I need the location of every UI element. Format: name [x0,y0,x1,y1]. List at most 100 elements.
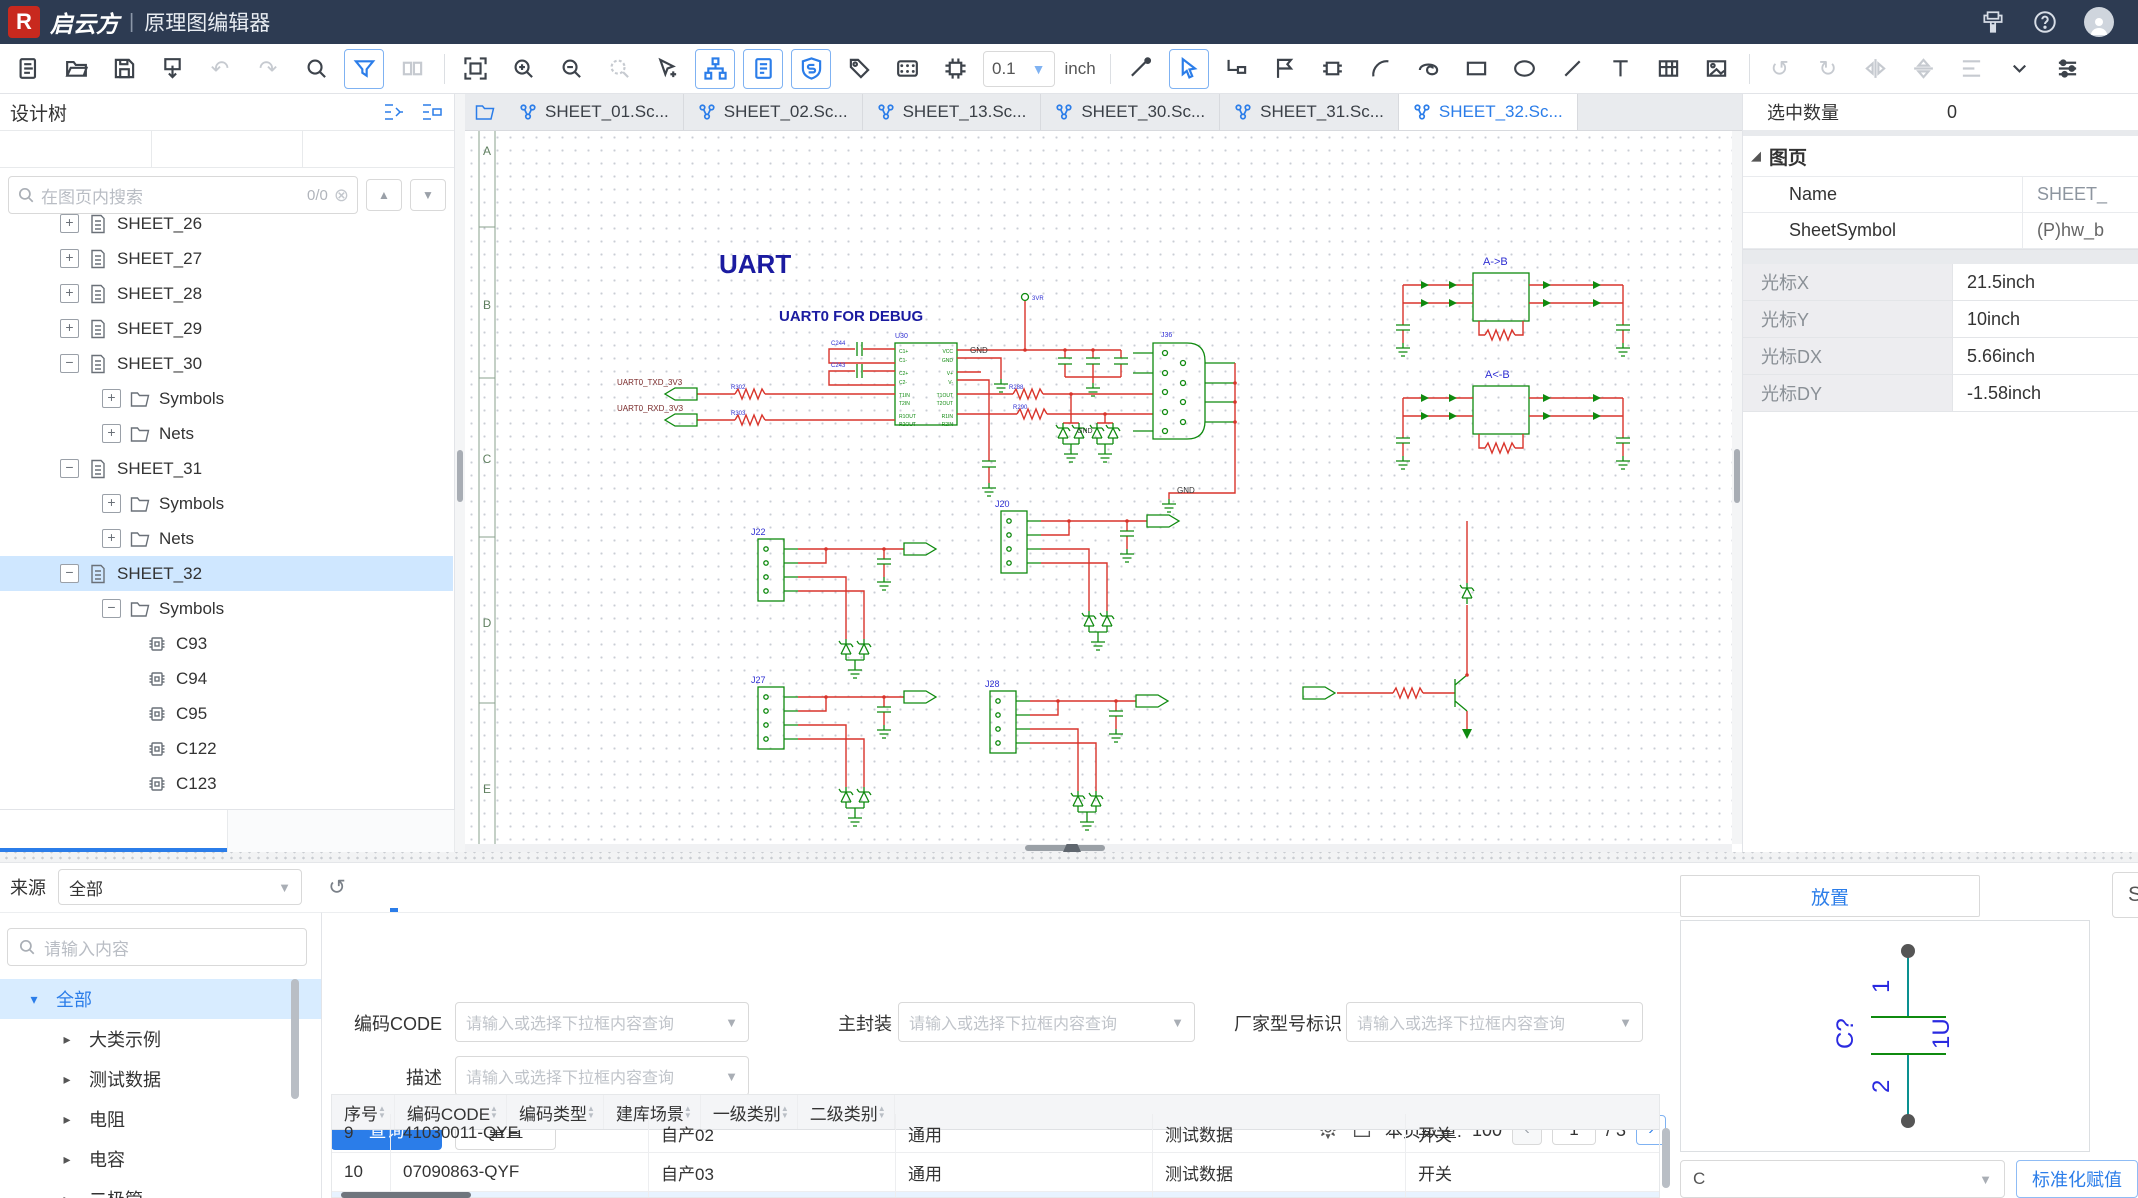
save-button[interactable] [104,49,144,89]
search-button[interactable] [296,49,336,89]
category-item[interactable]: ▸ 大类示例 [0,1019,321,1059]
flip-vertical-button[interactable] [1904,49,1944,89]
panel-bottom-tab[interactable] [0,810,228,852]
rotate-left-button[interactable]: ↺ [1760,49,1800,89]
loop-tool-button[interactable] [1409,49,1449,89]
refdes-prefix-select[interactable]: C ▼ [1680,1160,2005,1198]
table-tool-button[interactable] [1649,49,1689,89]
caret-icon[interactable]: ▸ [57,1031,77,1048]
property-value[interactable]: (P)hw_b [2023,213,2138,248]
description-filter-select[interactable]: 请输入或选择下拉框内容查询 ▼ [455,1056,749,1096]
section-collapse-icon[interactable]: ◢ [1751,148,1761,164]
image-tool-button[interactable] [1697,49,1737,89]
user-avatar[interactable] [2084,7,2114,37]
tree-tab[interactable] [152,131,304,167]
tree-expander[interactable]: − [60,564,79,583]
category-item[interactable]: ▸ 电容 [0,1139,321,1179]
tree-item[interactable]: + Symbols [0,381,453,416]
tree-item[interactable]: + SHEET_26 [0,206,453,241]
net-flag-button[interactable] [1265,49,1305,89]
filter-button[interactable] [344,49,384,89]
sheet-tab[interactable]: SHEET_01.Sc... [505,94,684,130]
tree-expander[interactable]: + [60,319,79,338]
table-row[interactable]: 10 07090863-QYF 自产03 通用 测试数据 开关 [332,1153,1659,1192]
redo-button[interactable]: ↷ [248,49,288,89]
tree-expander[interactable]: + [102,389,121,408]
safe-shield-button[interactable] [791,49,831,89]
sheet-tab[interactable]: SHEET_32.Sc... [1399,94,1578,130]
sheet-tab[interactable]: SHEET_30.Sc... [1041,94,1220,130]
category-item[interactable]: ▸ 测试数据 [0,1059,321,1099]
split-view-button[interactable] [392,49,432,89]
tree-item[interactable]: + Nets [0,521,453,556]
standardize-assign-button[interactable]: 标准化赋值 [2016,1160,2138,1198]
align-button[interactable] [1952,49,1992,89]
flip-horizontal-button[interactable] [1856,49,1896,89]
place-button[interactable]: 放置 [1680,875,1980,917]
arc-tool-button[interactable] [1361,49,1401,89]
tag-button[interactable] [839,49,879,89]
sheet-list-button[interactable] [743,49,783,89]
tree-item[interactable]: − SHEET_31 [0,451,453,486]
tree-item[interactable]: + Symbols [0,486,453,521]
tree-expander[interactable]: + [102,529,121,548]
select-tool-button[interactable] [1169,49,1209,89]
tree-item[interactable]: − Symbols [0,591,453,626]
text-tool-button[interactable] [1601,49,1641,89]
more-tools-chevron[interactable] [2000,49,2040,89]
property-value[interactable]: SHEET_ [2023,177,2138,212]
export-button[interactable] [152,49,192,89]
bus-tool-button[interactable] [1217,49,1257,89]
zoom-area-button[interactable] [599,49,639,89]
caret-icon[interactable]: ▸ [57,1191,77,1198]
part-tool-button[interactable] [1313,49,1353,89]
tree-expander[interactable]: − [60,354,79,373]
tree-item[interactable]: + Nets [0,416,453,451]
sheet-section-header[interactable]: ◢ 图页 [1743,136,2138,176]
zoom-in-button[interactable] [503,49,543,89]
tree-item[interactable]: C123 [0,766,453,801]
table-row[interactable]: 9 41030011-QYF 自产02 通用 测试数据 开关 [332,1114,1659,1153]
sheet-tab[interactable]: SHEET_13.Sc... [863,94,1042,130]
caret-icon[interactable]: ▾ [24,991,44,1008]
rotate-right-button[interactable]: ↻ [1808,49,1848,89]
tree-item[interactable]: + SHEET_28 [0,276,453,311]
tree-expander[interactable]: + [60,214,79,233]
tree-item[interactable]: C94 [0,661,453,696]
caret-icon[interactable]: ▸ [57,1151,77,1168]
tree-expander[interactable]: + [60,284,79,303]
source-select[interactable]: 全部 ▼ [58,869,302,905]
sheet-folder-icon[interactable] [465,94,505,130]
category-item[interactable]: ▸ 电阻 [0,1099,321,1139]
tree-item[interactable]: − SHEET_32 [0,556,453,591]
code-filter-select[interactable]: 请输入或选择下拉框内容查询 ▼ [455,1002,749,1042]
undo-button[interactable]: ↶ [200,49,240,89]
tree-item[interactable]: C122 [0,731,453,766]
vendor-filter-select[interactable]: 请输入或选择下拉框内容查询 ▼ [1346,1002,1643,1042]
tree-item[interactable]: + SHEET_29 [0,311,453,346]
package-filter-select[interactable]: 请输入或选择下拉框内容查询 ▼ [898,1002,1195,1042]
new-schematic-button[interactable] [8,49,48,89]
clear-search-icon[interactable]: ⊗ [334,185,349,206]
tree-expander[interactable]: − [102,599,121,618]
table-row[interactable]: 11 08070562-QYF 自产04 通用 测试数据 开关 [332,1192,1659,1198]
tree-item[interactable]: + SHEET_27 [0,241,453,276]
left-panel-scrollbar[interactable] [455,94,465,852]
table-horizontal-scrollbar[interactable] [341,1192,471,1198]
hierarchy-button[interactable] [695,49,735,89]
tree-expander[interactable]: + [60,249,79,268]
fit-view-button[interactable] [455,49,495,89]
tree-expander[interactable]: + [102,494,121,513]
expand-tree-icon[interactable] [420,100,444,124]
panel-bottom-tab[interactable] [228,810,456,852]
category-item[interactable]: ▸ 二极管 [0,1179,321,1198]
line-tool-button[interactable] [1553,49,1593,89]
rectangle-tool-button[interactable] [1457,49,1497,89]
tree-item[interactable]: C95 [0,696,453,731]
sheet-tab[interactable]: SHEET_02.Sc... [684,94,863,130]
help-icon[interactable] [2032,9,2058,35]
refresh-icon[interactable]: ↻ [324,874,350,900]
format-brush-icon[interactable] [1980,9,2006,35]
zoom-out-button[interactable] [551,49,591,89]
tree-tab[interactable] [303,131,454,167]
